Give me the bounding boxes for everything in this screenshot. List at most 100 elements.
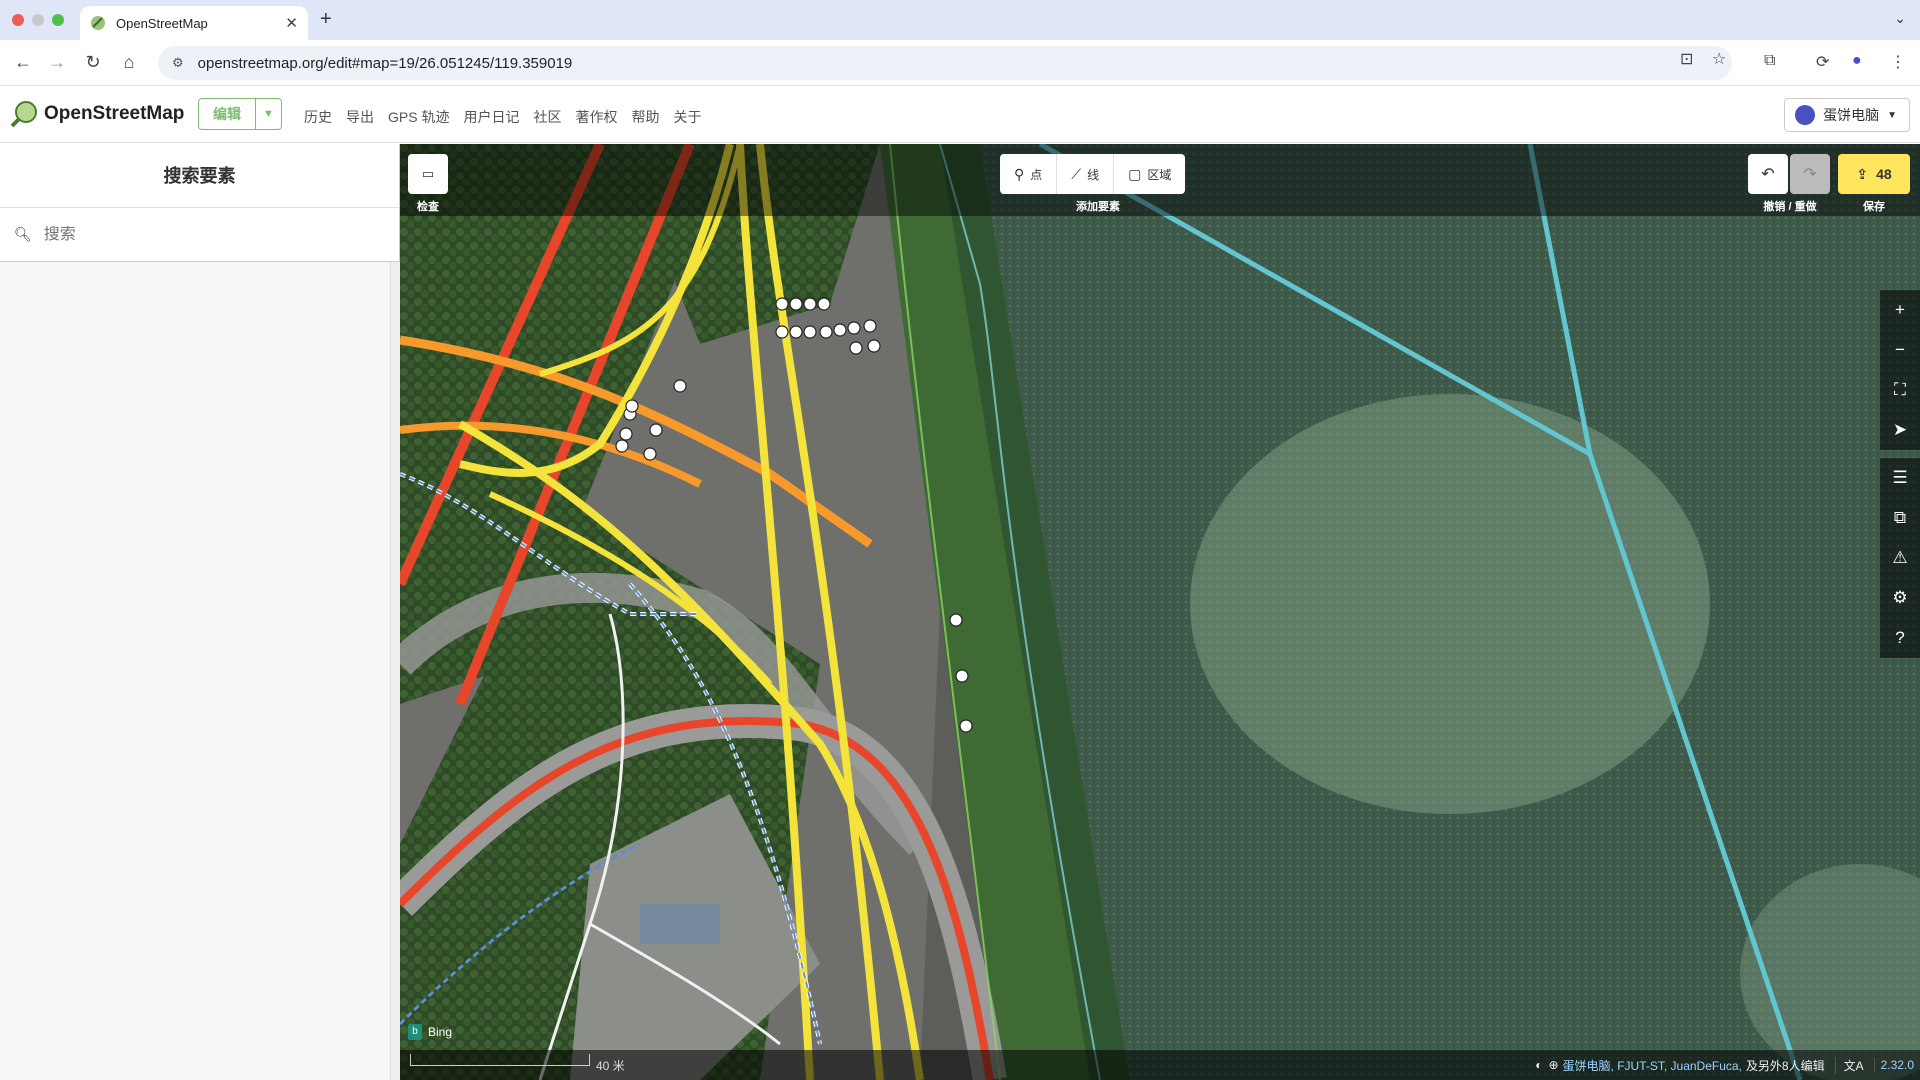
add-feature-toolbar: ⚲ 点 ⟋ 线 ▢ 区域 (1000, 154, 1186, 194)
map-pin-icon: ⚲ (1014, 165, 1025, 182)
imagery-attribution[interactable]: b Bing (408, 1024, 452, 1040)
edit-button[interactable]: 编辑 (199, 99, 255, 129)
reload-icon[interactable]: ↻ (82, 52, 104, 73)
feature-search-sidebar: 搜索要素 🔍︎ (0, 144, 400, 1080)
osm-favicon-icon (91, 16, 105, 30)
zoom-out-icon[interactable]: − (1880, 330, 1920, 370)
translate-icon: 文 (1843, 1058, 1856, 1073)
browser-toolbar: ← → ↻ ⌂ ⚙ openstreetmap.org/edit#map=19/… (0, 40, 1920, 86)
new-tab-button[interactable]: + (320, 8, 332, 31)
site-info-icon[interactable]: ⚙ (172, 55, 184, 71)
bookmark-star-icon[interactable]: ☆ (1712, 49, 1726, 69)
header-nav: 历史 导出 GPS 轨迹 用户日记 社区 著作权 帮助 关于 (304, 107, 701, 127)
scale-bar[interactable] (410, 1054, 590, 1066)
upload-icon: ⇪ (1856, 165, 1869, 182)
inspector-toggle-button[interactable]: ▭ (408, 154, 448, 194)
forward-icon[interactable]: → (46, 52, 68, 73)
nav-gps-traces[interactable]: GPS 轨迹 (388, 107, 449, 127)
edit-button-group: 编辑 ▼ (198, 98, 282, 130)
nav-user-diaries[interactable]: 用户日记 (463, 107, 519, 127)
nav-copyright[interactable]: 著作权 (575, 107, 617, 127)
undo-button[interactable]: ↶ (1748, 154, 1788, 194)
edit-dropdown-icon[interactable]: ▼ (255, 99, 281, 129)
redo-icon: ↷ (1803, 166, 1817, 183)
osm-logo[interactable]: OpenStreetMap (10, 100, 184, 128)
url-text: openstreetmap.org/edit#map=19/26.051245/… (197, 54, 573, 72)
feature-search-box: 🔍︎ (0, 208, 399, 262)
imagery-name: Bing (428, 1025, 453, 1039)
home-icon[interactable]: ⌂ (118, 52, 140, 73)
geolocate-icon[interactable]: ➤ (1880, 410, 1920, 450)
undo-icon: ↶ (1761, 166, 1775, 183)
save-count: 48 (1876, 166, 1892, 182)
osm-magnifier-icon (10, 101, 37, 128)
search-icon: 🔍︎ (14, 226, 32, 242)
maximize-window-button[interactable] (52, 14, 64, 26)
nav-communities[interactable]: 社区 (533, 107, 561, 127)
zoom-to-selection-icon[interactable]: ⛶ (1880, 370, 1920, 410)
bing-logo-icon: b (408, 1024, 422, 1040)
close-tab-icon[interactable]: ✕ (285, 14, 298, 32)
save-button[interactable]: ⇪ 48 (1838, 154, 1910, 194)
extensions-icon[interactable]: ⧉ (1764, 52, 1775, 70)
preferences-icon[interactable]: ⚙ (1880, 578, 1920, 618)
inspect-label: 检查 (417, 201, 439, 213)
osm-header: OpenStreetMap 编辑 ▼ 历史 导出 GPS 轨迹 用户日记 社区 … (0, 87, 1920, 143)
sync-icon[interactable]: ⟳ (1816, 52, 1829, 72)
zoom-in-icon[interactable]: + (1880, 290, 1920, 330)
nav-help[interactable]: 帮助 (631, 107, 659, 127)
caret-down-icon: ▼ (1887, 109, 1897, 121)
sidebar-resizer[interactable] (390, 262, 400, 1080)
add-feature-label: 添加要素 (1076, 201, 1120, 213)
map-data-icon[interactable]: ⧉ (1880, 498, 1920, 538)
sidebar-toggle-icon: ▭ (421, 166, 435, 181)
add-point-button[interactable]: ⚲ 点 (1000, 154, 1058, 194)
sidebar-title: 搜索要素 (0, 144, 399, 208)
avatar (1795, 105, 1816, 125)
user-menu-button[interactable]: 蛋饼电脑 ▼ (1784, 98, 1910, 132)
logo-text: OpenStreetMap (44, 103, 185, 124)
add-area-button[interactable]: ▢ 区域 (1114, 154, 1185, 194)
map-imagery (400, 144, 1920, 1080)
user-name: 蛋饼电脑 (1823, 107, 1880, 123)
add-line-button[interactable]: ⟋ 线 (1057, 154, 1115, 194)
address-bar[interactable]: ⚙ openstreetmap.org/edit#map=19/26.05124… (158, 46, 1732, 80)
undo-redo-label: 撤销 / 重做 (1763, 201, 1817, 213)
help-icon[interactable]: ? (1880, 618, 1920, 658)
nav-history[interactable]: 历史 (304, 107, 332, 127)
add-area-label: 区域 (1147, 167, 1172, 182)
language-label: A (1855, 1058, 1864, 1073)
browser-tabbar: OpenStreetMap ✕ + ⌄ (0, 0, 1920, 40)
back-icon[interactable]: ← (12, 52, 34, 73)
scale-text: 40 米 (596, 1059, 625, 1073)
contributors-more[interactable]: 及另外8人编辑 (1746, 1057, 1825, 1074)
nav-export[interactable]: 导出 (346, 107, 374, 127)
map-controls: + − ⛶ ➤ (1880, 290, 1920, 450)
search-input[interactable] (43, 225, 384, 244)
browser-menu-icon[interactable]: ⋮ (1890, 52, 1906, 72)
save-label: 保存 (1863, 201, 1885, 213)
contributors-links[interactable]: 蛋饼电脑, FJUT-ST, JuanDeFuca, (1563, 1057, 1742, 1074)
globe-icon: ⊕ (1548, 1058, 1559, 1072)
version-text[interactable]: 2.32.0 (1873, 1058, 1920, 1072)
edit-attribution: ◐ ⊕ 蛋饼电脑, FJUT-ST, JuanDeFuca, 及另外8人编辑 文… (1535, 1050, 1920, 1080)
redo-button[interactable]: ↷ (1790, 154, 1830, 194)
browser-tab[interactable]: OpenStreetMap ✕ (80, 6, 308, 40)
map-panels: ☰ ⧉ ⚠ ⚙ ? (1880, 458, 1920, 658)
tab-title: OpenStreetMap (116, 15, 208, 31)
map-canvas[interactable]: ▭ 检查 ⚲ 点 ⟋ 线 ▢ 区域 添加要素 ↶ ↷ 撤销 / 重做 ⇪ 48 保存 … (400, 144, 1920, 1080)
nav-about[interactable]: 关于 (673, 107, 701, 127)
close-window-button[interactable] (12, 14, 24, 26)
install-app-icon[interactable]: ⊡ (1680, 49, 1693, 69)
issues-warning-icon[interactable]: ⚠ (1880, 538, 1920, 578)
background-layers-icon[interactable]: ☰ (1880, 458, 1920, 498)
minimize-window-button[interactable] (32, 14, 44, 26)
profile-icon[interactable]: ● (1852, 52, 1862, 70)
language-button[interactable]: 文A (1834, 1056, 1864, 1074)
history-info-icon[interactable]: ◐ (1535, 1058, 1542, 1072)
line-icon: ⟋ (1071, 165, 1082, 182)
area-icon: ▢ (1128, 165, 1142, 182)
tab-search-icon[interactable]: ⌄ (1894, 10, 1906, 27)
add-line-label: 线 (1087, 167, 1100, 182)
add-point-label: 点 (1030, 167, 1043, 182)
